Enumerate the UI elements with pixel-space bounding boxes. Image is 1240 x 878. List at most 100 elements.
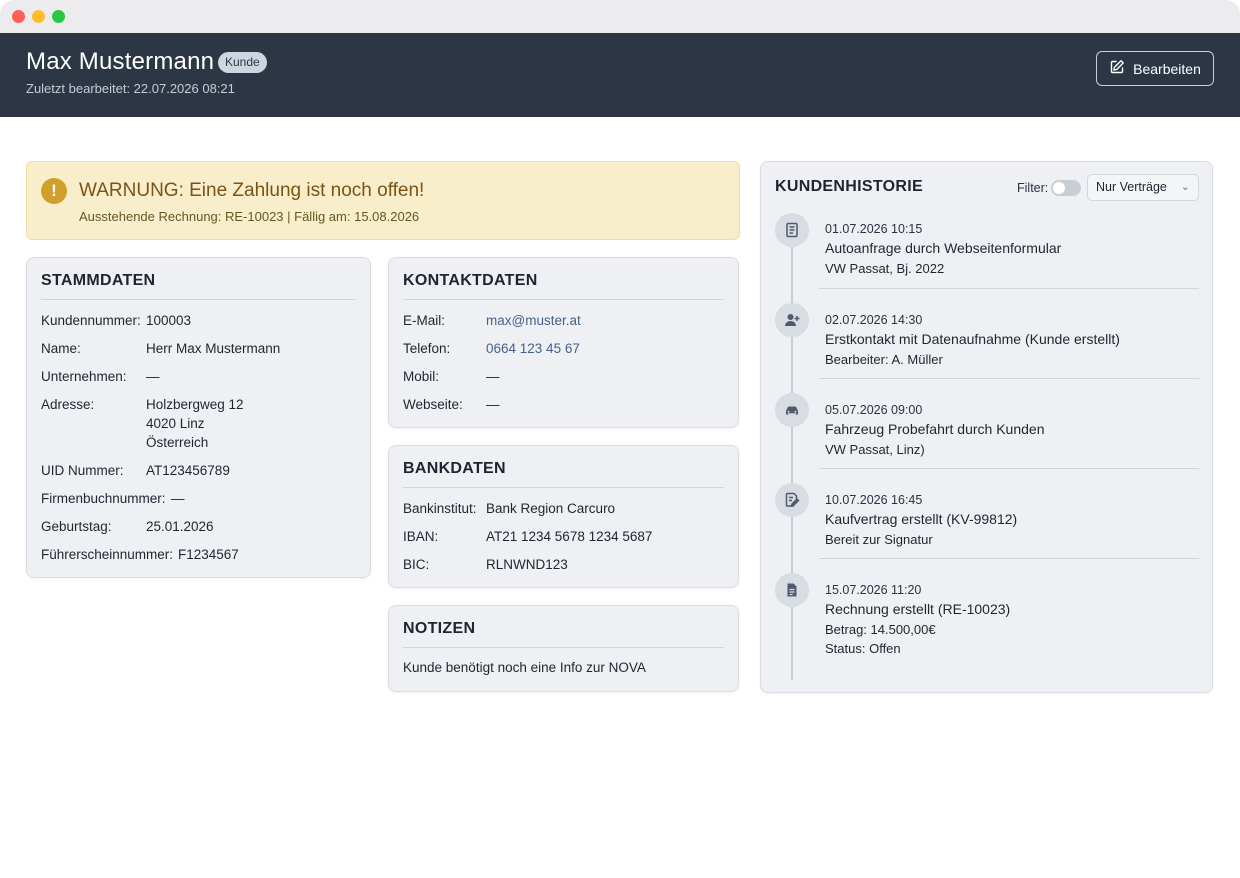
field-label: E-Mail: (403, 313, 446, 328)
entry-title: Erstkontakt mit Datenaufnahme (Kunde ers… (825, 331, 1120, 347)
entry-status: Status: Offen (825, 641, 901, 656)
divider (403, 647, 724, 648)
field-label: Name: (41, 341, 81, 356)
entry-date: 10.07.2026 16:45 (825, 493, 923, 507)
phone-link[interactable]: 0664 123 45 67 (486, 341, 580, 356)
field-label: Unternehmen: (41, 369, 127, 384)
field-value: AT123456789 (146, 463, 230, 478)
entry-detail: Bereit zur Signatur (825, 532, 933, 547)
entry-amount: Betrag: 14.500,00€ (825, 622, 936, 637)
warning-subtitle: Ausstehende Rechnung: RE-10023 | Fällig … (79, 209, 420, 224)
chevron-down-icon: ⌄ (1180, 181, 1190, 193)
field-value: RLNWND123 (486, 557, 568, 572)
kundenhistorie-card: KUNDENHISTORIE Filter: Nur Verträge ⌄ 01… (760, 161, 1213, 693)
divider (403, 487, 724, 488)
kundenhistorie-title: KUNDENHISTORIE (775, 178, 923, 195)
warning-title: WARNUNG: Eine Zahlung ist noch offen! (79, 180, 425, 201)
customer-type-badge: Kunde (218, 52, 267, 73)
entry-title: Fahrzeug Probefahrt durch Kunden (825, 421, 1045, 437)
field-label: Führerscheinnummer: (41, 547, 174, 562)
address-line-country: Österreich (146, 435, 209, 450)
divider (41, 299, 356, 300)
field-label: IBAN: (403, 529, 439, 544)
notes-text: Kunde benötigt noch eine Info zur NOVA (403, 660, 646, 675)
field-label: Bankinstitut: (403, 501, 477, 516)
filter-toggle[interactable] (1051, 180, 1081, 196)
bankdaten-card: BANKDATEN Bankinstitut: Bank Region Carc… (388, 445, 739, 588)
timeline-entry[interactable]: 01.07.2026 10:15 Autoanfrage durch Webse… (825, 222, 1200, 278)
kontaktdaten-title: KONTAKTDATEN (403, 272, 538, 289)
field-label: UID Nummer: (41, 463, 124, 478)
app-window: Max Mustermann Kunde Zuletzt bearbeitet:… (0, 0, 1240, 878)
address-line-city: 4020 Linz (146, 416, 205, 431)
filter-label: Filter: (1017, 181, 1049, 195)
entry-date: 05.07.2026 09:00 (825, 403, 923, 417)
email-link[interactable]: max@muster.at (486, 313, 581, 328)
filter-select[interactable]: Nur Verträge ⌄ (1087, 174, 1199, 201)
timeline-entry[interactable]: 15.07.2026 11:20 Rechnung erstellt (RE-1… (825, 583, 1200, 658)
entry-date: 15.07.2026 11:20 (825, 583, 922, 597)
field-value: F1234567 (178, 547, 239, 562)
field-label: BIC: (403, 557, 430, 572)
field-value: Herr Max Mustermann (146, 341, 281, 356)
field-value: 25.01.2026 (146, 519, 214, 534)
notizen-card: NOTIZEN Kunde benötigt noch eine Info zu… (388, 605, 739, 692)
divider (403, 299, 724, 300)
field-label: Webseite: (403, 397, 463, 412)
kontaktdaten-card: KONTAKTDATEN E-Mail: max@muster.at Telef… (388, 257, 739, 428)
field-label: Kundennummer: (41, 313, 141, 328)
entry-title: Autoanfrage durch Webseitenformular (825, 240, 1062, 256)
car-icon (775, 393, 809, 427)
last-edited-text: Zuletzt bearbeitet: 22.07.2026 08:21 (26, 81, 235, 96)
invoice-icon (775, 573, 809, 607)
timeline-entry[interactable]: 02.07.2026 14:30 Erstkontakt mit Datenau… (825, 313, 1200, 369)
edit-icon (1109, 59, 1125, 78)
field-value: — (486, 369, 500, 384)
document-icon (775, 213, 809, 247)
window-titlebar (0, 0, 1240, 33)
field-label: Mobil: (403, 369, 440, 384)
timeline-entry[interactable]: 10.07.2026 16:45 Kaufvertrag erstellt (K… (825, 493, 1200, 549)
entry-date: 01.07.2026 10:15 (825, 222, 923, 236)
entry-detail: VW Passat, Bj. 2022 (825, 261, 945, 276)
field-label: Telefon: (403, 341, 451, 356)
field-value: — (171, 491, 185, 506)
bankdaten-title: BANKDATEN (403, 460, 506, 477)
field-label: Geburtstag: (41, 519, 112, 534)
field-value: 100003 (146, 313, 192, 328)
customer-header: Max Mustermann Kunde Zuletzt bearbeitet:… (0, 33, 1240, 117)
customer-name: Max Mustermann (26, 48, 215, 75)
entry-title: Rechnung erstellt (RE-10023) (825, 601, 1011, 617)
field-label: Firmenbuchnummer: (41, 491, 166, 506)
minimize-window-button[interactable] (32, 10, 45, 23)
edit-button[interactable]: Bearbeiten (1096, 51, 1214, 86)
notizen-title: NOTIZEN (403, 620, 476, 637)
edit-button-label: Bearbeiten (1133, 60, 1201, 77)
payment-warning-banner: ! WARNUNG: Eine Zahlung ist noch offen! … (26, 161, 740, 240)
entry-date: 02.07.2026 14:30 (825, 313, 923, 327)
toggle-knob (1053, 182, 1065, 194)
field-value: AT21 1234 5678 1234 5687 (486, 529, 653, 544)
divider (819, 468, 1199, 469)
warning-icon: ! (41, 178, 67, 204)
timeline-entry[interactable]: 05.07.2026 09:00 Fahrzeug Probefahrt dur… (825, 403, 1200, 459)
divider (819, 558, 1199, 559)
stammdaten-card: STAMMDATEN Kundennummer: 100003 Name: He… (26, 257, 371, 578)
divider (819, 378, 1199, 379)
field-value: Bank Region Carcuro (486, 501, 616, 516)
contract-edit-icon (775, 483, 809, 517)
field-value: — (486, 397, 500, 412)
maximize-window-button[interactable] (52, 10, 65, 23)
address-line-street: Holzbergweg 12 (146, 397, 244, 412)
add-user-icon (775, 303, 809, 337)
stammdaten-title: STAMMDATEN (41, 272, 156, 289)
entry-detail: Bearbeiter: A. Müller (825, 352, 943, 367)
timeline-line (791, 230, 793, 680)
filter-select-value: Nur Verträge (1096, 180, 1167, 194)
field-label: Adresse: (41, 397, 95, 412)
entry-title: Kaufvertrag erstellt (KV-99812) (825, 511, 1018, 527)
close-window-button[interactable] (12, 10, 25, 23)
field-value: — (146, 369, 160, 384)
divider (819, 288, 1199, 289)
entry-detail: VW Passat, Linz) (825, 442, 925, 457)
